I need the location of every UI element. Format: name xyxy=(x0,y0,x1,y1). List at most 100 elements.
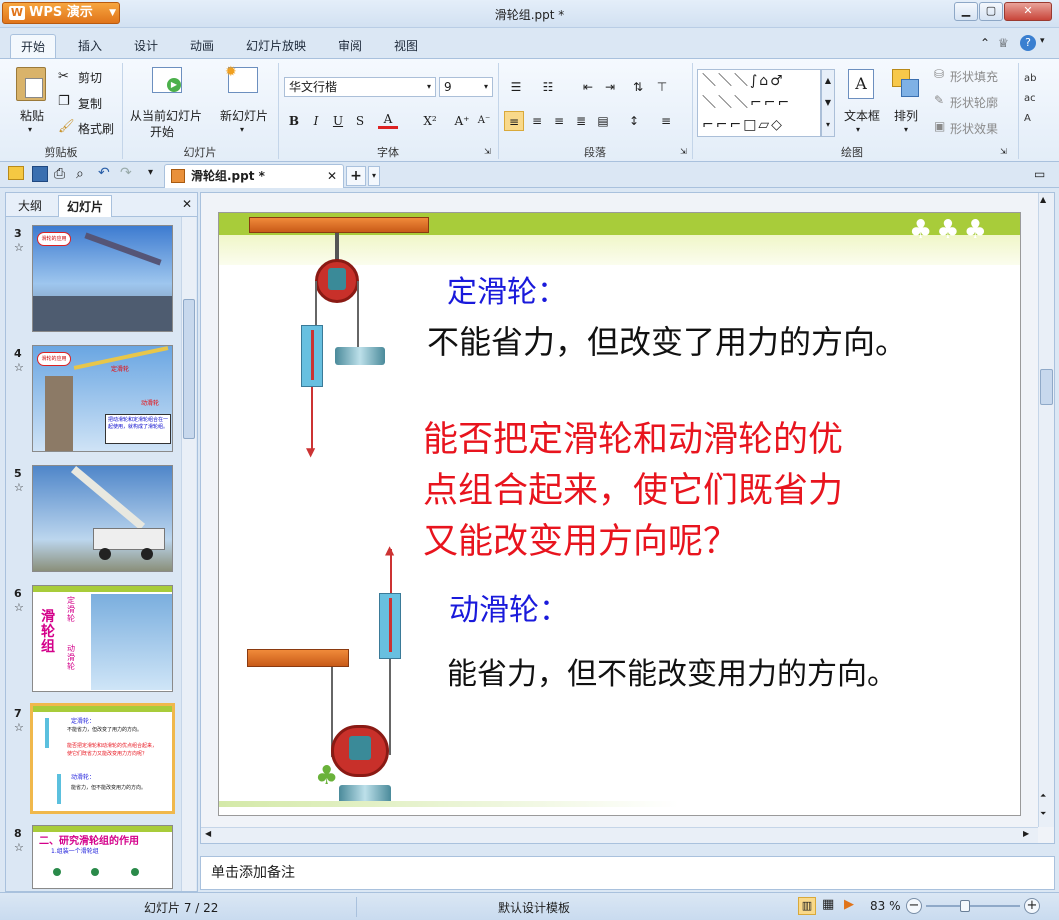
question-text[interactable]: 能否把定滑轮和动滑轮的优 点组合起来，使它们既省力 又能改变用方向呢？ xyxy=(423,415,843,568)
scroll-right-icon[interactable]: ▶ xyxy=(1023,829,1029,838)
from-current-slide-button[interactable]: 从当前幻灯片 xyxy=(130,107,202,124)
shapes-gallery[interactable]: ＼＼＼∫⌂♂ ＼＼＼⌐⌐⌐ ⌐⌐⌐□▱◇ xyxy=(697,69,821,137)
tab-slides[interactable]: 幻灯片 xyxy=(58,195,113,217)
maximize-button[interactable]: ▢ xyxy=(979,2,1003,21)
prev-slide-icon[interactable]: ⏶ xyxy=(1040,791,1046,801)
tab-animation[interactable]: 动画 xyxy=(180,34,224,58)
paragraph-spacing-icon[interactable]: ≡ xyxy=(656,111,676,131)
paste-icon[interactable] xyxy=(16,67,46,101)
copy-button[interactable]: 复制 xyxy=(78,95,102,112)
document-tab[interactable]: 滑轮组.ppt * ✕ xyxy=(164,164,344,188)
arrange-button[interactable]: 排列 xyxy=(894,107,918,124)
text-tools-icon[interactable]: ab ac A xyxy=(1024,69,1054,129)
fixed-pulley-title[interactable]: 定滑轮： xyxy=(447,267,567,311)
play-from-current-icon[interactable]: ▶ xyxy=(152,67,182,93)
arrange-icon[interactable] xyxy=(892,69,920,99)
shapes-gallery-scroll[interactable]: ▲ ▼ ▾ xyxy=(821,69,835,137)
chevron-down-icon[interactable]: ▾ xyxy=(1040,36,1045,46)
grow-font-button[interactable]: A⁺ xyxy=(452,111,472,131)
font-color-button[interactable]: A xyxy=(378,109,398,129)
slide-thumb-6[interactable]: 滑轮组 定滑轮 动滑轮 xyxy=(32,585,173,692)
distribute-icon[interactable]: ▤ xyxy=(593,111,613,131)
save-icon[interactable] xyxy=(32,166,48,182)
movable-pulley-description[interactable]: 能省力，但不能改变用力的方向。 xyxy=(447,649,897,693)
restore-layout-icon[interactable]: ▭ xyxy=(1034,167,1045,181)
bullet-list-icon[interactable]: ☰ xyxy=(506,77,526,97)
chevron-down-icon[interactable]: ▾ xyxy=(28,125,32,134)
align-text-icon[interactable]: ⊤ xyxy=(652,77,672,97)
text-direction-icon[interactable]: ⇅ xyxy=(628,77,648,97)
tab-outline[interactable]: 大纲 xyxy=(10,195,50,217)
collapse-ribbon-icon[interactable]: ⌃ xyxy=(980,36,990,50)
print-icon[interactable]: ⎙ xyxy=(54,166,65,182)
close-button[interactable]: ✕ xyxy=(1004,2,1052,21)
slide-thumb-5[interactable] xyxy=(32,465,173,572)
zoom-in-button[interactable]: + xyxy=(1024,898,1040,914)
align-center-icon[interactable]: ≡ xyxy=(527,111,547,131)
slide-thumb-8[interactable]: 二、研究滑轮组的作用 1.组装一个滑轮组 xyxy=(32,825,173,889)
tab-home[interactable]: 开始 xyxy=(10,34,57,58)
slide-thumb-4[interactable]: 滑轮的应用 定滑轮 动滑轮 把动滑轮和定滑轮组合在一起使用，就构成了滑轮组。 xyxy=(32,345,173,452)
fixed-pulley-description[interactable]: 不能省力，但改变了用力的方向。 xyxy=(427,317,907,363)
format-painter-button[interactable]: 格式刷 xyxy=(78,120,114,137)
undo-icon[interactable]: ↶ xyxy=(98,165,110,181)
new-slide-button[interactable]: 新幻灯片 xyxy=(220,107,268,124)
close-tab-icon[interactable]: ✕ xyxy=(327,165,337,187)
paste-button[interactable]: 粘贴 xyxy=(20,107,44,124)
from-current-slide-label-2[interactable]: 开始 xyxy=(150,123,174,140)
vertical-scrollbar[interactable]: ▲ ⏶ ⏷ xyxy=(1038,193,1054,827)
tab-review[interactable]: 审阅 xyxy=(328,34,372,58)
skin-icon[interactable]: ♕ xyxy=(998,36,1009,50)
chevron-down-icon[interactable]: ▾ xyxy=(240,125,244,134)
customize-qat-icon[interactable]: ▾ xyxy=(148,167,153,178)
close-panel-icon[interactable]: ✕ xyxy=(182,197,192,211)
italic-button[interactable]: I xyxy=(306,111,326,131)
scrollbar-thumb[interactable] xyxy=(183,299,195,439)
font-dialog-launcher-icon[interactable]: ⇲ xyxy=(484,147,491,156)
zoom-slider[interactable] xyxy=(926,900,1020,912)
tab-view[interactable]: 视图 xyxy=(384,34,428,58)
cut-button[interactable]: 剪切 xyxy=(78,69,102,86)
underline-button[interactable]: U xyxy=(328,111,348,131)
shape-fill-button[interactable]: 形状填充 xyxy=(950,68,998,85)
new-tab-button[interactable]: + xyxy=(346,166,366,186)
minimize-button[interactable]: ▁ xyxy=(954,2,978,21)
justify-icon[interactable]: ≣ xyxy=(571,111,591,131)
new-slide-icon[interactable]: ✹ xyxy=(225,64,258,93)
bold-button[interactable]: B xyxy=(284,111,304,131)
scroll-up-icon[interactable]: ▲ xyxy=(1040,195,1046,204)
line-spacing-icon[interactable]: ↕ xyxy=(624,111,644,131)
horizontal-scrollbar[interactable]: ◀ ▶ xyxy=(201,827,1038,843)
chevron-down-icon[interactable]: ▾ xyxy=(904,125,908,134)
decrease-indent-icon[interactable]: ⇤ xyxy=(578,77,598,97)
slide-sorter-icon[interactable]: ▦ xyxy=(822,897,834,912)
slide-thumb-7[interactable]: 定滑轮： 不能省力，但改变了用力的方向。 能否把定滑轮和动滑轮的优点组合起来，使… xyxy=(30,703,175,814)
shape-effect-button[interactable]: 形状效果 xyxy=(950,120,998,137)
slideshow-icon[interactable]: ▶ xyxy=(844,897,854,912)
chevron-down-icon[interactable]: ▾ xyxy=(856,125,860,134)
slide-canvas[interactable]: ♣♣♣ ▼ 定滑轮： 不能省力，但改变了用力的方向。 能否把定滑轮和动滑轮的优 … xyxy=(218,212,1021,816)
textbox-button[interactable]: 文本框 xyxy=(844,107,880,124)
redo-icon[interactable]: ↷ xyxy=(120,165,132,181)
shrink-font-button[interactable]: A⁻ xyxy=(474,111,494,131)
numbered-list-icon[interactable]: ☷ xyxy=(538,77,558,97)
shadow-button[interactable]: S xyxy=(350,111,370,131)
notes-pane[interactable]: 单击添加备注 xyxy=(200,856,1055,890)
zoom-slider-thumb[interactable] xyxy=(960,900,970,912)
open-folder-icon[interactable] xyxy=(8,166,24,180)
movable-pulley-title[interactable]: 动滑轮： xyxy=(449,585,569,629)
next-slide-icon[interactable]: ⏷ xyxy=(1040,809,1046,819)
normal-view-icon[interactable]: ▥ xyxy=(798,897,816,915)
increase-indent-icon[interactable]: ⇥ xyxy=(600,77,620,97)
scrollbar-thumb[interactable] xyxy=(1040,369,1053,405)
chevron-down-icon[interactable]: ▾ xyxy=(368,166,380,186)
drawing-dialog-launcher-icon[interactable]: ⇲ xyxy=(1000,147,1007,156)
help-icon[interactable]: ? xyxy=(1020,35,1036,51)
textbox-icon[interactable]: A xyxy=(848,69,874,99)
panel-scrollbar[interactable] xyxy=(181,217,196,891)
align-right-icon[interactable]: ≡ xyxy=(549,111,569,131)
shape-outline-button[interactable]: 形状轮廓 xyxy=(950,94,998,111)
font-size-combo[interactable]: 9 ▾ xyxy=(439,77,493,97)
tab-slideshow[interactable]: 幻灯片放映 xyxy=(236,34,316,58)
tab-insert[interactable]: 插入 xyxy=(68,34,112,58)
